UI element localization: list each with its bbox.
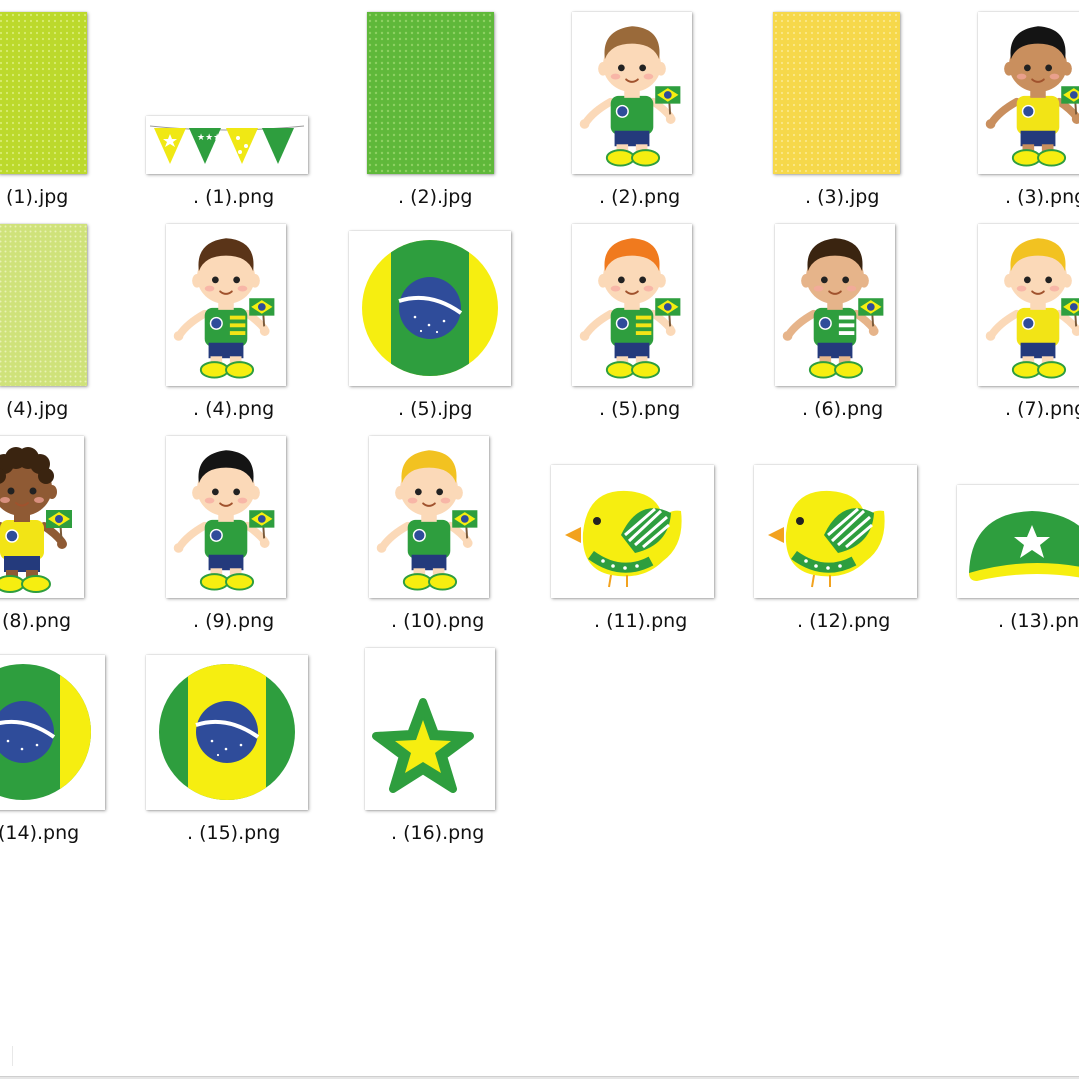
file-thumbnail [0,224,87,386]
file-name: . (3).jpg [805,186,880,208]
file-name: . (9).png [193,610,275,632]
file-thumbnail [146,655,308,810]
file-name: . (5).jpg [398,398,473,420]
file-name: . (15).png [187,822,281,844]
file-thumbnail [166,436,286,598]
file-name: . (7).png [1005,398,1079,420]
file-thumbnail [773,12,900,174]
file-thumbnail [365,648,495,810]
file-name: . (1).png [193,186,275,208]
file-name: . (3).png [1005,186,1079,208]
file-name: . (4).png [193,398,275,420]
file-name: . (11).png [594,610,688,632]
file-name: . (2).jpg [398,186,473,208]
file-name: (4).jpg [6,398,69,420]
file-name: (14).png [0,822,80,844]
divider [12,1046,13,1066]
file-thumbnail [367,12,494,174]
file-thumbnail [775,224,895,386]
file-thumbnail [572,12,692,174]
file-thumbnail [0,655,105,810]
svg-text:★★★: ★★★ [197,133,221,143]
file-thumbnail [0,12,87,174]
file-thumbnail [572,224,692,386]
file-thumbnail [978,224,1079,386]
file-thumbnail [369,436,489,598]
file-explorer-view: (1).jpg ★★★ . (1).png . (2).jpg . (2).pn… [0,0,1079,1079]
file-name: . (6).png [802,398,884,420]
file-name: . (16).png [391,822,485,844]
file-thumbnail [0,436,84,598]
file-name: . (10).png [391,610,485,632]
file-name: . (12).png [797,610,891,632]
file-thumbnail [551,465,714,598]
file-name: . (5).png [599,398,681,420]
file-thumbnail [978,12,1079,174]
file-thumbnail: ★★★ [146,116,308,174]
file-name: (8).png [2,610,72,632]
file-thumbnail [166,224,286,386]
file-thumbnail [754,465,917,598]
file-name: . (2).png [599,186,681,208]
file-thumbnail [349,231,511,386]
file-name: (1).jpg [6,186,69,208]
file-name: . (13).png [998,610,1079,632]
file-thumbnail [957,485,1079,598]
